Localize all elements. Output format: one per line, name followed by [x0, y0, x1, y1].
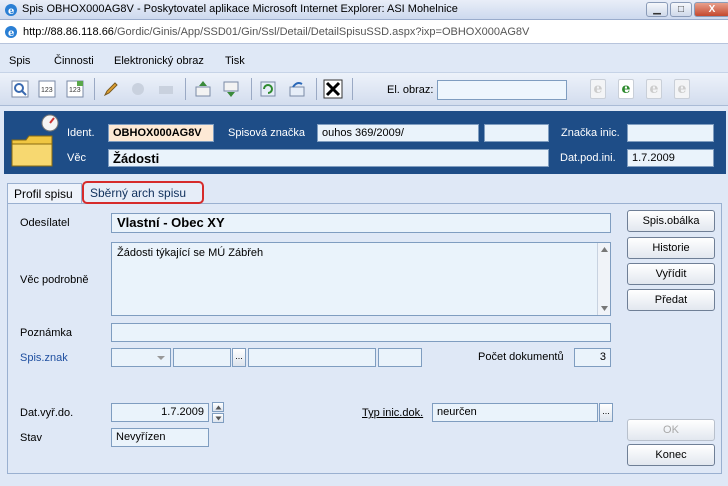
counter-12-icon[interactable]: 123	[37, 79, 57, 99]
znacka-inic-field[interactable]	[627, 124, 714, 142]
tab-sberny-arch-spisu[interactable]: Sběrný arch spisu	[82, 181, 204, 204]
poznamka-field[interactable]	[111, 323, 611, 342]
toolbar-separator	[94, 78, 95, 100]
close-window-button[interactable]: X	[694, 2, 728, 17]
stav-label: Stav	[20, 432, 43, 444]
upload-icon[interactable]	[193, 79, 213, 99]
window-title: Spis OBHOX000AG8V - Poskytovatel aplikac…	[22, 3, 458, 15]
typ-inic-dok-link[interactable]: Typ inic.dok.	[362, 407, 423, 419]
svg-text:123: 123	[69, 87, 81, 94]
download-icon[interactable]	[221, 79, 241, 99]
settings-icon	[132, 83, 144, 95]
edoc-remove-icon: e	[646, 79, 662, 99]
ident-field[interactable]: OBHOX000AG8V	[108, 124, 214, 142]
spisova-znacka-field[interactable]: ouhos 369/2009/	[317, 124, 479, 142]
menu-tisk[interactable]: Tisk	[225, 55, 245, 67]
spinner-down-icon	[215, 416, 222, 421]
vyridit-button[interactable]: Vyřídit	[627, 263, 715, 285]
vec-podrobne-scrollbar[interactable]	[597, 243, 610, 315]
spis-znak-name-field[interactable]	[248, 348, 376, 367]
konec-button[interactable]: Konec	[627, 444, 715, 466]
pocet-dokumentu-field: 3	[574, 348, 611, 367]
spis-znak-select[interactable]	[111, 348, 171, 367]
toolbar-separator	[352, 78, 353, 100]
scroll-down-icon[interactable]	[600, 305, 609, 312]
odesilatel-label: Odesílatel	[20, 217, 70, 229]
toolbar-separator	[251, 78, 252, 100]
spisova-znacka-label: Spisová značka	[228, 127, 306, 139]
counter-12b-icon[interactable]: 123	[65, 79, 85, 99]
scroll-up-icon[interactable]	[600, 246, 609, 253]
spinner-up-icon	[215, 405, 222, 410]
toolbar-separator	[185, 78, 186, 100]
stav-field: Nevyřízen	[111, 428, 209, 447]
vec-podrobne-label: Věc podrobně	[20, 274, 89, 286]
svg-text:123: 123	[41, 87, 53, 94]
address-bar[interactable]: e http://88.86.118.66/Gordic/Ginis/App/S…	[0, 20, 728, 44]
edoc-icon: e	[590, 79, 606, 99]
edoc-add-icon[interactable]: e	[618, 79, 634, 99]
historie-button[interactable]: Historie	[627, 237, 715, 259]
url-path: /Gordic/Ginis/App/SSD01/Gin/Ssl/Detail/D…	[113, 26, 530, 38]
ok-button[interactable]: OK	[627, 419, 715, 441]
vec-label: Věc	[67, 152, 86, 164]
spinner-down-button[interactable]	[212, 413, 224, 423]
poznamka-label: Poznámka	[20, 327, 72, 339]
maximize-button[interactable]: □	[670, 2, 692, 17]
menu-spis[interactable]: Spis	[9, 55, 30, 67]
dat-vyr-do-spinner[interactable]	[212, 402, 224, 423]
tab-profil-spisu[interactable]: Profil spisu	[7, 183, 82, 203]
spis-znak-label[interactable]: Spis.znak	[20, 352, 68, 364]
url-text: http://88.86.118.66/Gordic/Ginis/App/SSD…	[23, 26, 529, 38]
ie-logo-icon: e	[5, 4, 17, 17]
dat-pod-ini-label: Dat.pod.ini.	[560, 152, 616, 164]
dat-pod-ini-field[interactable]: 1.7.2009	[627, 149, 714, 167]
menu-cinnosti[interactable]: Činnosti	[54, 55, 94, 67]
minimize-button[interactable]: ▁	[646, 2, 668, 17]
folder-icon	[11, 135, 53, 167]
spis-obalka-button[interactable]: Spis.obálka	[627, 210, 715, 232]
odesilatel-field[interactable]: Vlastní - Obec XY	[111, 213, 611, 233]
view-icon[interactable]	[10, 79, 30, 99]
page-icon: e	[5, 26, 17, 39]
vec-field[interactable]: Žádosti	[108, 149, 549, 167]
print-icon	[159, 86, 173, 94]
edit-icon[interactable]	[101, 79, 121, 99]
svg-text:e: e	[8, 6, 14, 17]
toolbar-separator	[316, 78, 317, 100]
menu-elektronicky-obraz[interactable]: Elektronický obraz	[114, 55, 204, 67]
transfer-icon[interactable]	[287, 79, 307, 99]
pocet-dokumentu-label: Počet dokumentů	[478, 351, 564, 363]
spinner-up-button[interactable]	[212, 402, 224, 412]
ident-label: Ident.	[67, 127, 95, 139]
spis-znak-code-field[interactable]	[173, 348, 231, 367]
url-host: http://88.86.118.66	[23, 26, 114, 38]
edoc-info-icon: e	[674, 79, 690, 99]
menu-bar	[0, 50, 728, 70]
znacka-inic-label: Značka inic.	[561, 127, 620, 139]
typ-inic-dok-lookup-button[interactable]: ...	[599, 403, 613, 422]
dat-vyr-do-label: Dat.vyř.do.	[20, 407, 74, 419]
spis-znak-extra-field[interactable]	[378, 348, 422, 367]
close-x-icon[interactable]	[323, 79, 343, 99]
el-obraz-input[interactable]	[437, 80, 567, 100]
spis-znak-lookup-button[interactable]: ...	[232, 348, 246, 367]
predat-button[interactable]: Předat	[627, 289, 715, 311]
el-obraz-label: El. obraz:	[387, 84, 434, 96]
refresh-icon[interactable]	[258, 79, 278, 99]
compass-icon	[41, 114, 59, 132]
window-titlebar: e Spis OBHOX000AG8V - Poskytovatel aplik…	[0, 0, 728, 20]
vec-podrobne-textarea[interactable]: Žádosti týkající se MÚ Zábřeh	[111, 242, 611, 316]
dat-vyr-do-field[interactable]: 1.7.2009	[111, 403, 209, 422]
typ-inic-dok-field[interactable]: neurčen	[432, 403, 598, 422]
chevron-down-icon	[157, 356, 165, 360]
spisova-znacka-extra-field[interactable]	[484, 124, 549, 142]
vec-podrobne-text: Žádosti týkající se MÚ Zábřeh	[117, 247, 264, 259]
svg-text:e: e	[8, 28, 14, 39]
